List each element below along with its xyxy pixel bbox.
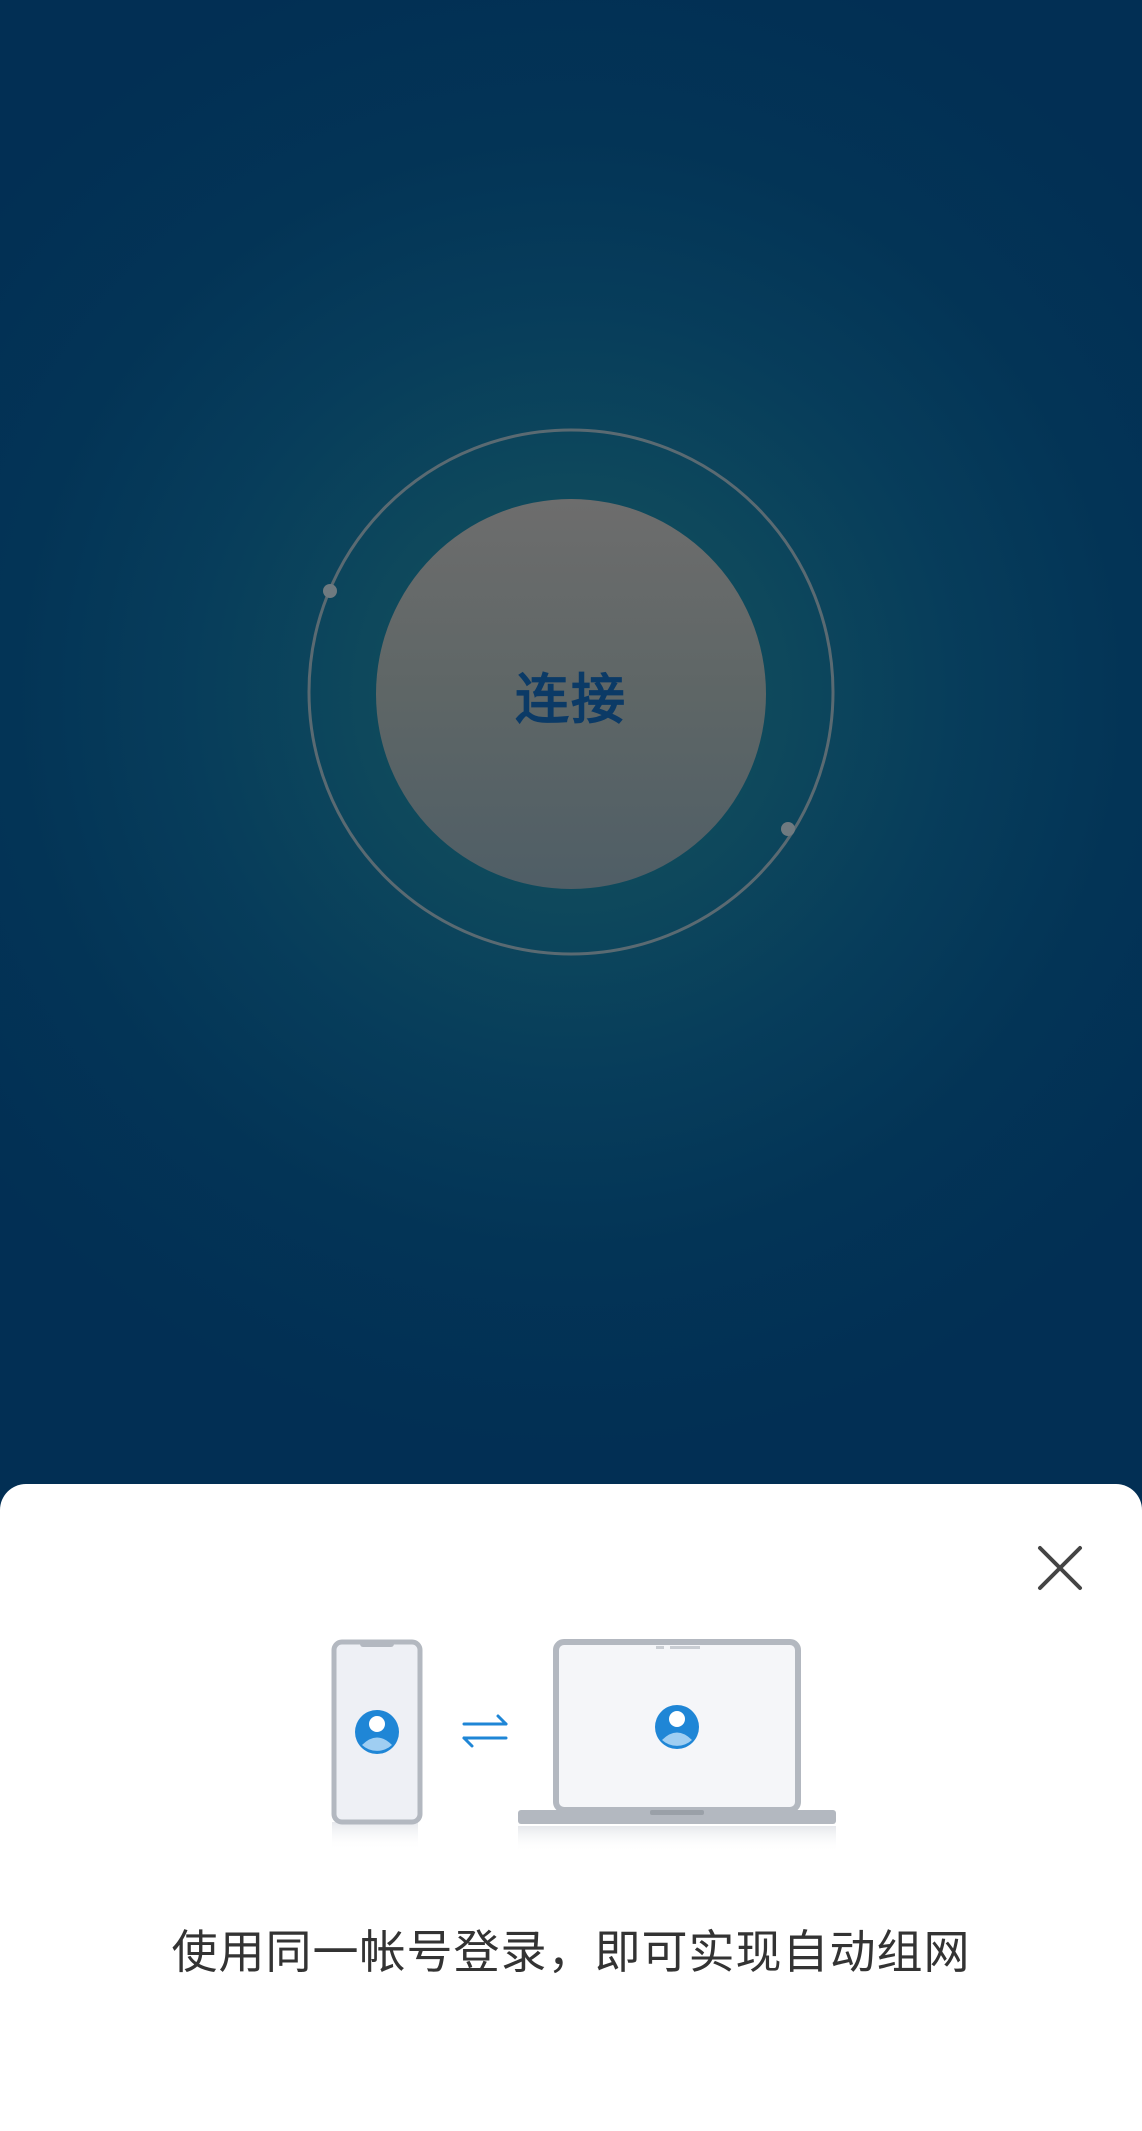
close-icon [1038,1546,1082,1590]
orbit-dot-left [323,584,337,598]
user-avatar-icon [355,1710,399,1754]
screen: 连接 使用同一帐号登录，即可实现自动组网 [0,0,1142,2131]
orbit-dot-right [781,822,795,836]
login-hint-text: 使用同一帐号登录，即可实现自动组网 [171,1925,971,1979]
devices-illustration [331,1639,836,1852]
connect-button[interactable]: 连接 [376,499,766,889]
user-avatar-icon-laptop [655,1705,699,1749]
swap-arrows-icon [462,1714,508,1748]
connect-label: 连接 [515,667,627,731]
laptop-device-icon [518,1639,836,1852]
close-button[interactable] [1032,1540,1088,1596]
phone-device-icon [331,1639,423,1850]
